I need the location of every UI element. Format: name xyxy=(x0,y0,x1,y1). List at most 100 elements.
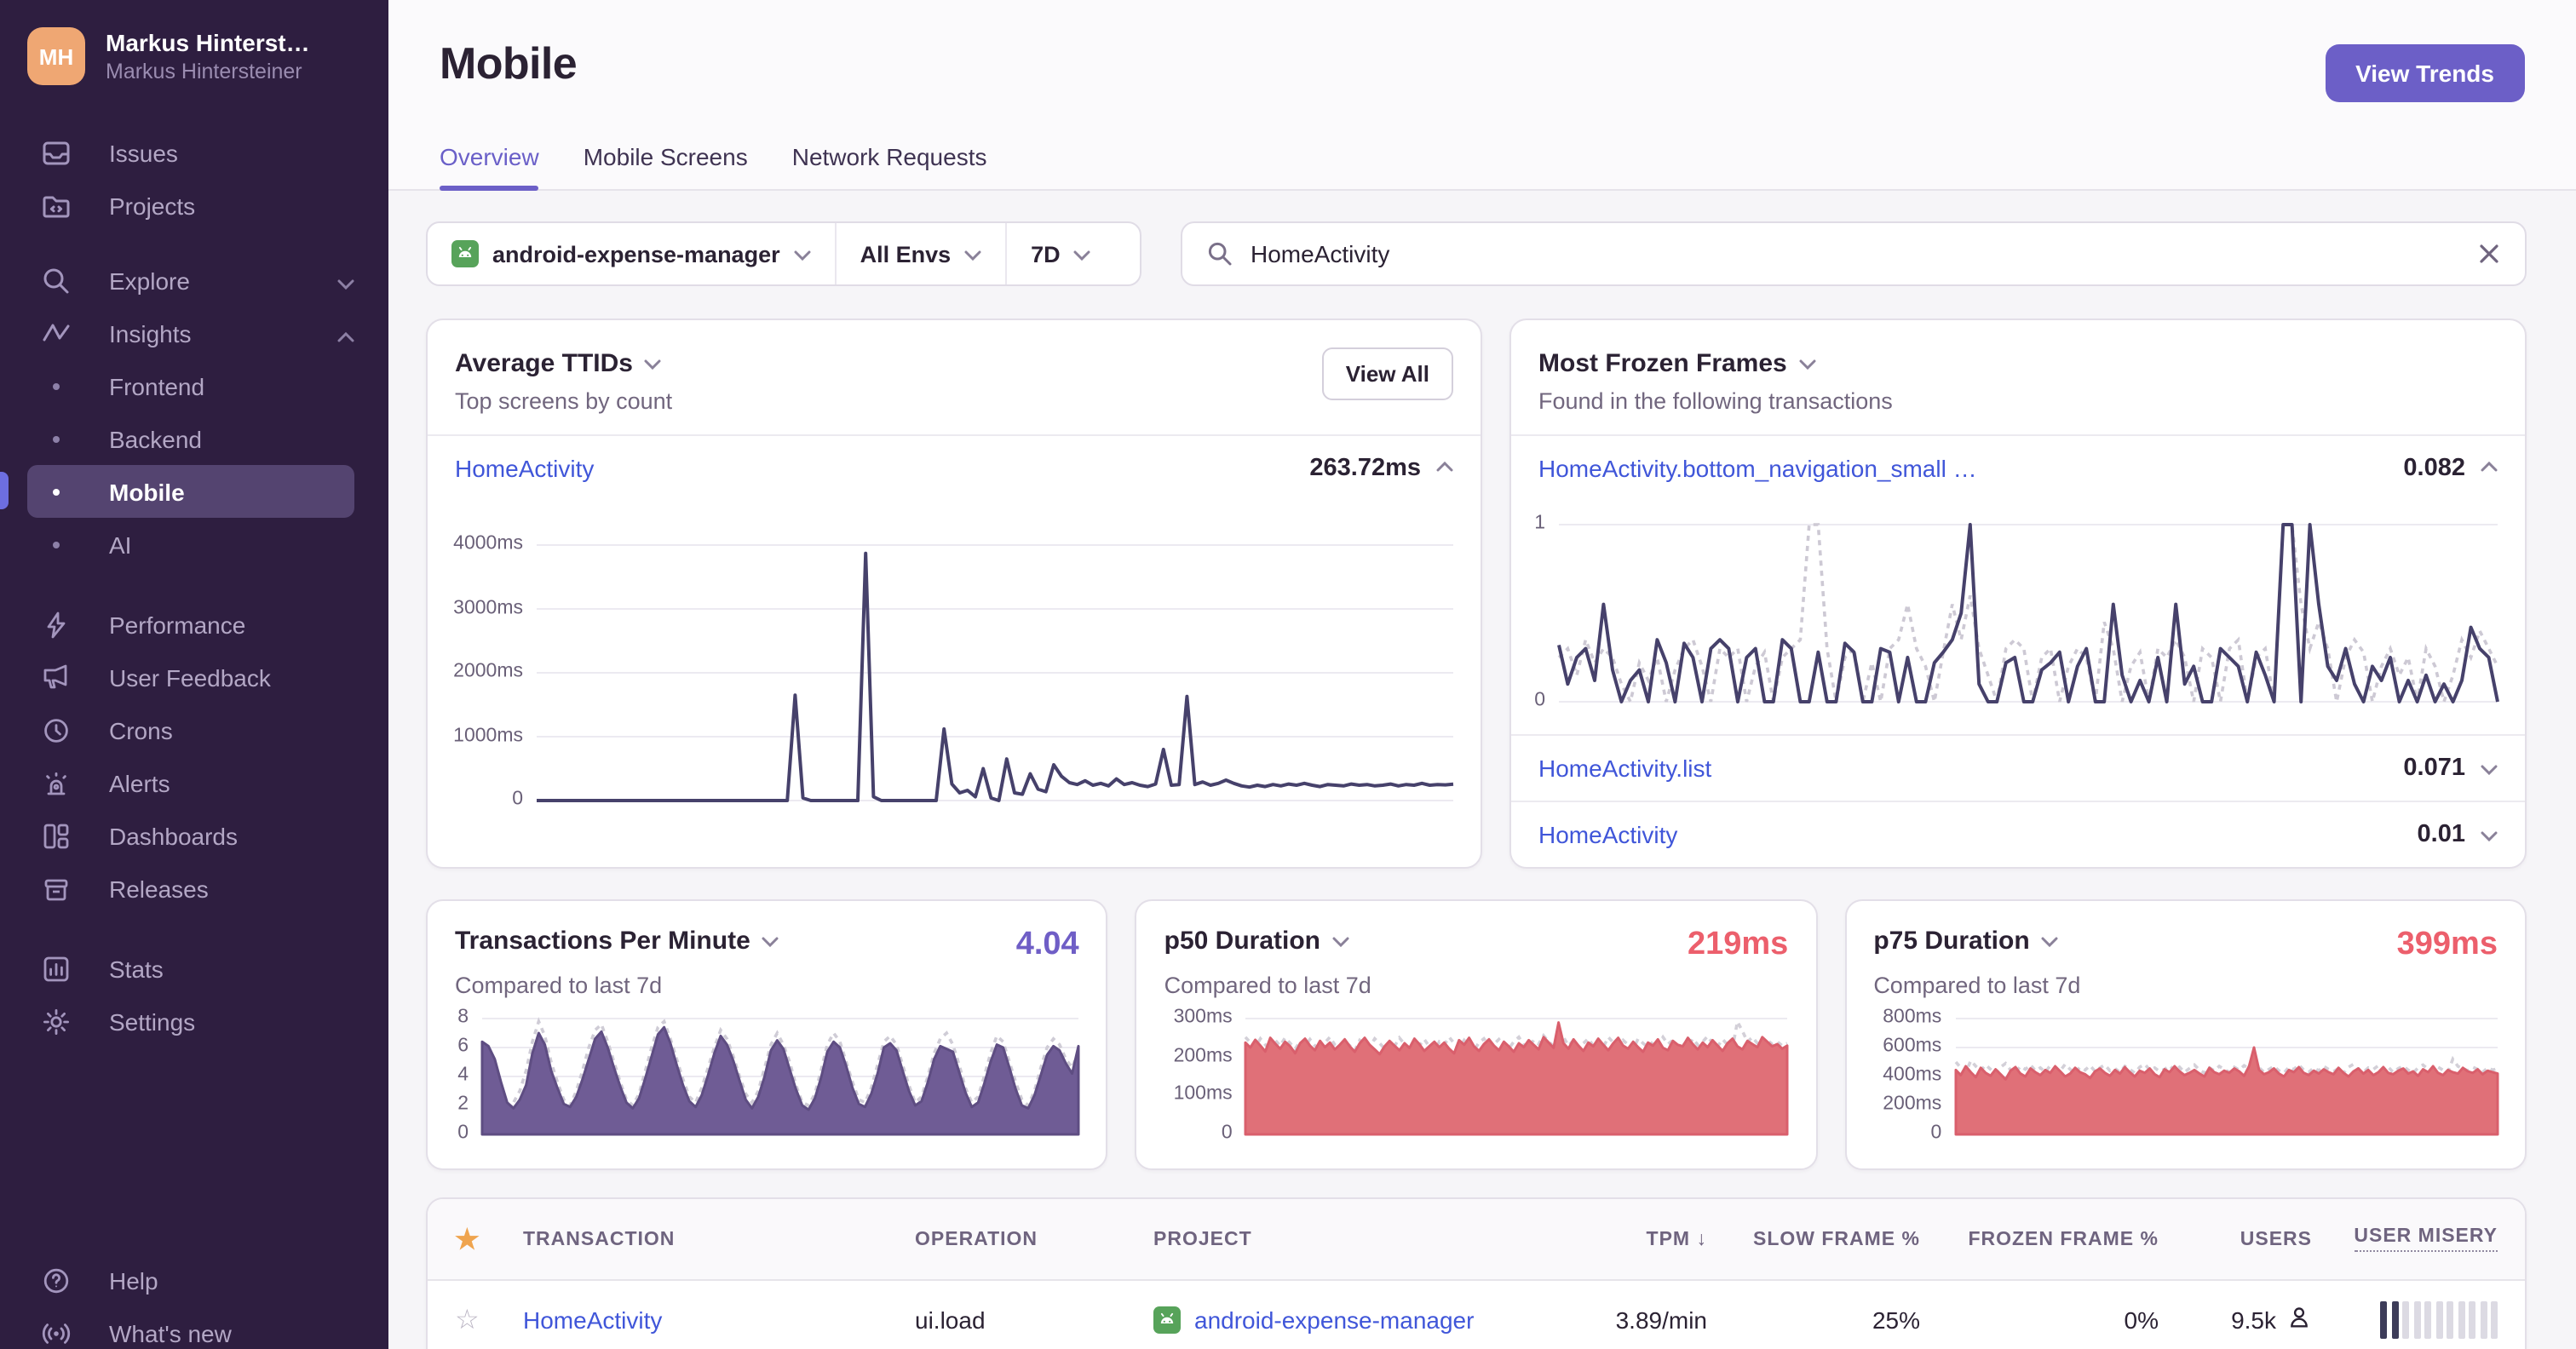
sidebar-item-whats-new[interactable]: What's new xyxy=(0,1306,388,1349)
view-trends-button[interactable]: View Trends xyxy=(2325,44,2525,102)
sidebar-item-frontend[interactable]: Frontend xyxy=(0,359,388,412)
transaction-link[interactable]: HomeActivity.list xyxy=(1538,755,1711,782)
sidebar-item-backend[interactable]: Backend xyxy=(0,412,388,465)
column-header-user-misery[interactable]: USER MISERY xyxy=(2354,1226,2498,1252)
card-subtitle: Found in the following transactions xyxy=(1538,388,1893,414)
user-menu[interactable]: MH Markus Hinterst… Markus Hintersteiner xyxy=(0,27,388,85)
column-header-transaction[interactable]: TRANSACTION xyxy=(523,1229,915,1249)
search-input[interactable]: HomeActivity xyxy=(1181,221,2527,286)
card-subtitle: Top screens by count xyxy=(455,388,673,414)
date-range-selector[interactable]: 7D xyxy=(1007,223,1115,284)
sidebar-item-user-feedback[interactable]: User Feedback xyxy=(0,651,388,703)
filter-group: android-expense-manager All Envs 7D xyxy=(426,221,1141,286)
sidebar-item-settings[interactable]: Settings xyxy=(0,995,388,1048)
chevron-down-icon xyxy=(794,238,811,269)
transaction-link[interactable]: HomeActivity xyxy=(523,1306,915,1334)
sidebar-item-alerts[interactable]: Alerts xyxy=(0,756,388,809)
sidebar-item-label: Releases xyxy=(109,875,209,902)
average-ttids-title-dropdown[interactable]: Average TTIDs xyxy=(455,347,672,378)
column-header-operation[interactable]: OPERATION xyxy=(915,1229,1153,1249)
column-header-tpm[interactable]: TPM ↓ xyxy=(1545,1229,1707,1249)
ttid-transaction-row[interactable]: HomeActivity 263.72ms xyxy=(428,434,1481,501)
slow-frame-cell: 25% xyxy=(1872,1306,1920,1334)
tpm-card: Transactions Per Minute 4.04 Compared to… xyxy=(426,899,1108,1170)
chevron-up-icon[interactable] xyxy=(1436,453,1453,484)
p50-title-dropdown[interactable]: p50 Duration xyxy=(1164,925,1349,956)
transaction-link[interactable]: HomeActivity xyxy=(1538,821,1677,848)
tpm-title-dropdown[interactable]: Transactions Per Minute xyxy=(455,925,779,956)
frozen-row-collapsed[interactable]: HomeActivity.list 0.071 xyxy=(1511,734,2525,801)
date-range-value: 7D xyxy=(1031,241,1061,267)
table-row[interactable]: ☆ HomeActivity ui.load android-expense-m… xyxy=(428,1281,2525,1349)
star-filled-icon[interactable]: ★ xyxy=(455,1222,523,1256)
bullet-icon xyxy=(53,382,60,389)
frozen-row-collapsed[interactable]: HomeActivity 0.01 xyxy=(1511,801,2525,867)
column-header-slow-frame[interactable]: SLOW FRAME % xyxy=(1707,1229,1920,1249)
lightning-icon xyxy=(41,609,72,640)
clear-search-icon[interactable] xyxy=(2477,242,2501,266)
sidebar-item-explore[interactable]: Explore xyxy=(0,254,388,307)
main-area: Mobile View Trends Overview Mobile Scree… xyxy=(388,0,2576,1349)
chart-plot[interactable] xyxy=(1953,1018,2498,1136)
sidebar-item-label: Backend xyxy=(109,425,202,452)
sidebar-item-mobile[interactable]: Mobile xyxy=(27,465,354,518)
chevron-down-icon[interactable] xyxy=(2481,753,2498,784)
transaction-link[interactable]: HomeActivity xyxy=(455,455,594,482)
gear-icon xyxy=(41,1006,72,1036)
p50-value: 219ms xyxy=(1687,927,1789,962)
sidebar-item-issues[interactable]: Issues xyxy=(0,126,388,179)
p75-chart: 800ms 600ms 400ms 200ms 0 xyxy=(1873,1007,2498,1143)
star-outline-icon[interactable]: ☆ xyxy=(455,1303,523,1337)
page-content: android-expense-manager All Envs 7D Home… xyxy=(388,191,2576,1349)
chart-plot[interactable] xyxy=(1557,523,2499,708)
chevron-down-icon[interactable] xyxy=(2481,819,2498,850)
column-header-frozen-frame[interactable]: FROZEN FRAME % xyxy=(1920,1229,2159,1249)
tab-network-requests[interactable]: Network Requests xyxy=(792,143,987,189)
search-icon xyxy=(41,265,72,296)
sidebar-item-crons[interactable]: Crons xyxy=(0,703,388,756)
tpm-cell: 3.89/min xyxy=(1615,1306,1707,1334)
chevron-down-icon xyxy=(762,925,779,956)
chart-plot[interactable] xyxy=(480,1017,1080,1136)
frozen-value: 0.01 xyxy=(2417,821,2465,848)
sidebar-item-projects[interactable]: Projects xyxy=(0,179,388,232)
p75-title-dropdown[interactable]: p75 Duration xyxy=(1873,925,2059,956)
sidebar-item-insights[interactable]: Insights xyxy=(0,307,388,359)
frozen-row-expanded[interactable]: HomeActivity.bottom_navigation_small … 0… xyxy=(1511,434,2525,501)
bullet-icon xyxy=(53,541,60,548)
sidebar-item-label: Insights xyxy=(109,319,192,347)
sidebar-item-label: AI xyxy=(109,531,132,558)
archive-box-icon xyxy=(41,873,72,904)
view-all-button[interactable]: View All xyxy=(1321,347,1453,400)
tpm-chart: 86420 xyxy=(455,1007,1080,1143)
sidebar-item-dashboards[interactable]: Dashboards xyxy=(0,809,388,862)
column-header-project[interactable]: PROJECT xyxy=(1153,1229,1545,1249)
most-frozen-frames-card: Most Frozen Frames Found in the followin… xyxy=(1509,319,2527,869)
sidebar-item-label: Projects xyxy=(109,192,196,219)
tab-overview[interactable]: Overview xyxy=(440,143,540,191)
tab-mobile-screens[interactable]: Mobile Screens xyxy=(584,143,748,189)
most-frozen-frames-title-dropdown[interactable]: Most Frozen Frames xyxy=(1538,347,1893,378)
sidebar-item-label: Alerts xyxy=(109,769,170,796)
card-title: Average TTIDs xyxy=(455,348,633,377)
transaction-link[interactable]: HomeActivity.bottom_navigation_small … xyxy=(1538,455,1977,482)
chart-plot[interactable] xyxy=(1245,1017,1790,1136)
chevron-down-icon xyxy=(2042,925,2059,956)
sidebar-item-help[interactable]: Help xyxy=(0,1254,388,1306)
megaphone-icon xyxy=(41,662,72,692)
chevron-up-icon[interactable] xyxy=(2481,453,2498,484)
sidebar-item-ai[interactable]: AI xyxy=(0,518,388,571)
sidebar-item-stats[interactable]: Stats xyxy=(0,942,388,995)
project-link[interactable]: android-expense-manager xyxy=(1194,1306,1474,1334)
chart-plot[interactable] xyxy=(537,544,1454,802)
environment-selector[interactable]: All Envs xyxy=(837,223,1006,284)
user-misery-bars xyxy=(2312,1301,2498,1339)
sidebar-item-performance[interactable]: Performance xyxy=(0,598,388,651)
user-name: Markus Hinterst… xyxy=(106,29,310,56)
project-selector[interactable]: android-expense-manager xyxy=(428,223,835,284)
table-header-row: ★ TRANSACTION OPERATION PROJECT TPM ↓ SL… xyxy=(428,1199,2525,1281)
column-header-users[interactable]: USERS xyxy=(2159,1229,2312,1249)
android-project-icon xyxy=(1153,1306,1181,1334)
chevron-down-icon xyxy=(645,347,662,378)
sidebar-item-releases[interactable]: Releases xyxy=(0,862,388,915)
